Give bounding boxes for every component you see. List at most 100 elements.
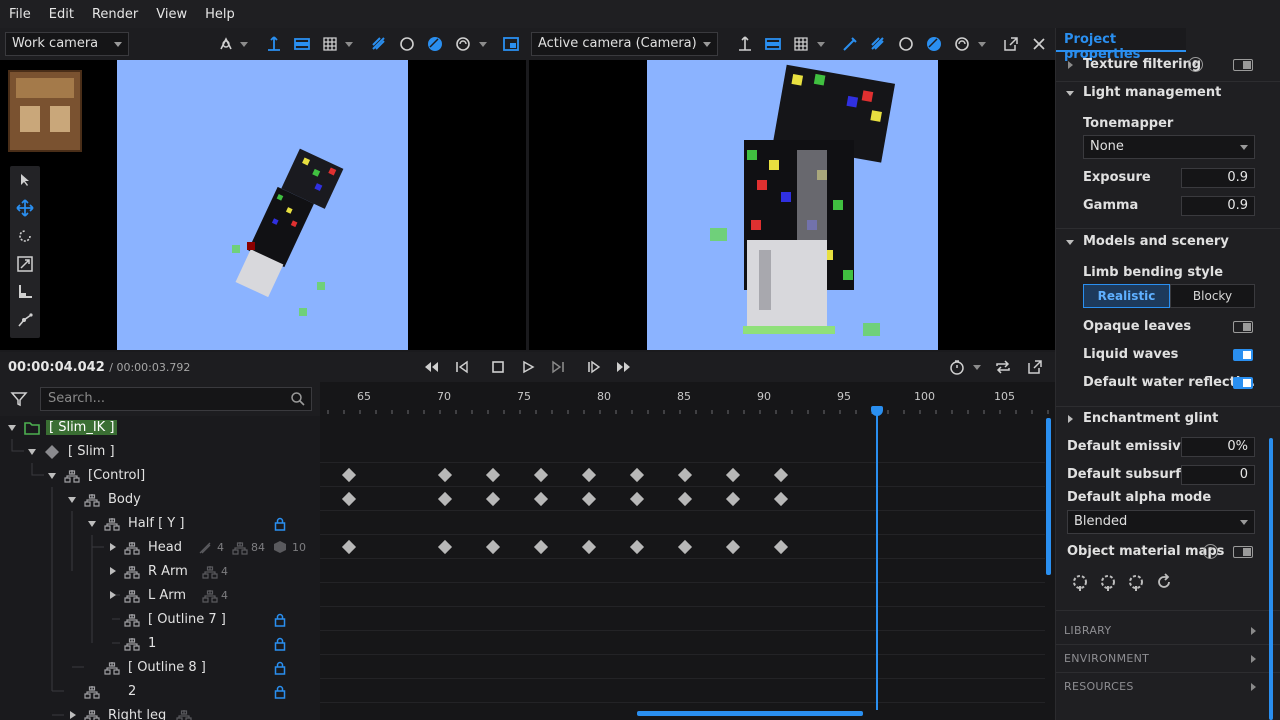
default-water-toggle[interactable]: [1233, 377, 1253, 389]
keyframe[interactable]: [725, 467, 741, 483]
material-map-icon[interactable]: [1098, 572, 1118, 592]
collapse-arrow-icon[interactable]: [1068, 415, 1073, 423]
track-row[interactable]: [320, 487, 1045, 511]
expand-arrow-icon[interactable]: [8, 425, 16, 431]
collapse-arrow-icon[interactable]: [1068, 61, 1073, 69]
collapse-arrow-icon[interactable]: [110, 567, 116, 575]
track-row[interactable]: [320, 511, 1045, 535]
menu-help[interactable]: Help: [196, 7, 244, 22]
limb-realistic-button[interactable]: Realistic: [1083, 284, 1170, 308]
lock-icon[interactable]: [274, 517, 286, 531]
default-alpha-dropdown[interactable]: Blended: [1067, 510, 1255, 534]
opaque-leaves-toggle[interactable]: [1233, 321, 1253, 333]
collapse-arrow-icon[interactable]: [70, 711, 76, 719]
keyframe[interactable]: [485, 491, 501, 507]
select-tool-icon[interactable]: [10, 166, 40, 194]
timeline-ruler[interactable]: 65 70 75 80 85 90 95 100 105: [320, 390, 1055, 414]
grid-icon[interactable]: [319, 33, 341, 55]
tree-row-l-arm[interactable]: L Arm 4: [0, 584, 320, 608]
camera-viewport[interactable]: [529, 60, 1055, 350]
keyframe[interactable]: [725, 491, 741, 507]
tree-row-outline-7[interactable]: [ Outline 7 ]: [0, 608, 320, 632]
render-mode-icon[interactable]: [951, 33, 973, 55]
search-icon[interactable]: [290, 391, 306, 411]
timeline-search-input[interactable]: Search...: [40, 387, 312, 411]
tree-row-outline-8[interactable]: [ Outline 8 ]: [0, 656, 320, 680]
lock-icon[interactable]: [274, 661, 286, 675]
tree-row-1[interactable]: 1: [0, 632, 320, 656]
timeline-vertical-scrollbar[interactable]: [1046, 418, 1051, 575]
shading-icon[interactable]: [424, 33, 446, 55]
tree-row-slim[interactable]: [ Slim ]: [0, 440, 320, 464]
wand-icon[interactable]: [839, 33, 861, 55]
camera-frame-icon[interactable]: [291, 33, 313, 55]
keyframe[interactable]: [437, 539, 453, 555]
liquid-waves-toggle[interactable]: [1233, 349, 1253, 361]
menu-edit[interactable]: Edit: [40, 7, 83, 22]
keyframe[interactable]: [773, 491, 789, 507]
tree-row-head[interactable]: Head 4 84 10: [0, 536, 320, 560]
menu-file[interactable]: File: [0, 7, 40, 22]
viewport-toggle-icon[interactable]: [500, 33, 522, 55]
timer-icon[interactable]: [946, 357, 968, 377]
play-icon[interactable]: [517, 357, 539, 377]
move-tool-icon[interactable]: [10, 194, 40, 222]
track-row[interactable]: [320, 631, 1045, 655]
work-camera-dropdown[interactable]: Work camera: [5, 32, 129, 56]
keyframe[interactable]: [533, 491, 549, 507]
resources-section[interactable]: RESOURCES: [1064, 680, 1134, 693]
render-mode-icon[interactable]: [452, 33, 474, 55]
collapse-arrow-icon[interactable]: [110, 591, 116, 599]
work-viewport[interactable]: [0, 60, 526, 350]
highlight-icon[interactable]: [867, 33, 889, 55]
expand-arrow-icon[interactable]: [1066, 91, 1074, 96]
popout-icon[interactable]: [1024, 357, 1046, 377]
shading-icon[interactable]: [923, 33, 945, 55]
ik-tool-icon[interactable]: [10, 306, 40, 334]
help-icon[interactable]: ?: [1203, 544, 1218, 559]
menu-render[interactable]: Render: [83, 7, 147, 22]
tree-row-control[interactable]: [Control]: [0, 464, 320, 488]
keyframe[interactable]: [341, 467, 357, 483]
track-row[interactable]: [320, 559, 1045, 583]
track-row[interactable]: [320, 655, 1045, 679]
track-row[interactable]: [320, 607, 1045, 631]
keyframe[interactable]: [629, 539, 645, 555]
circle-icon[interactable]: [895, 33, 917, 55]
track-row[interactable]: [320, 463, 1045, 487]
playhead[interactable]: [876, 412, 878, 710]
track-row[interactable]: [320, 679, 1045, 703]
keyframe[interactable]: [437, 491, 453, 507]
tree-row-body[interactable]: Body: [0, 488, 320, 512]
expand-arrow-icon[interactable]: [48, 473, 56, 479]
popout-icon[interactable]: [1000, 33, 1022, 55]
track-row[interactable]: [320, 439, 1045, 463]
keyframe[interactable]: [773, 539, 789, 555]
keyframe[interactable]: [533, 539, 549, 555]
lock-icon[interactable]: [274, 613, 286, 627]
keyframe[interactable]: [773, 467, 789, 483]
library-section[interactable]: LIBRARY: [1064, 624, 1111, 637]
keyframe[interactable]: [677, 491, 693, 507]
help-icon[interactable]: ?: [1188, 57, 1203, 72]
keyframe[interactable]: [485, 467, 501, 483]
tab-project-properties[interactable]: Project properties: [1056, 28, 1186, 62]
close-icon[interactable]: [1028, 33, 1050, 55]
camera-frame-icon[interactable]: [762, 33, 784, 55]
keyframe[interactable]: [629, 491, 645, 507]
collapse-arrow-icon[interactable]: [110, 543, 116, 551]
keyframe[interactable]: [533, 467, 549, 483]
highlight-icon[interactable]: [368, 33, 390, 55]
keyframe[interactable]: [677, 539, 693, 555]
tree-row-2[interactable]: 2: [0, 680, 320, 704]
track-row[interactable]: [320, 583, 1045, 607]
jump-start-icon[interactable]: [421, 357, 443, 377]
rotate-tool-icon[interactable]: [10, 222, 40, 250]
circle-icon[interactable]: [396, 33, 418, 55]
expand-arrow-icon[interactable]: [1066, 240, 1074, 245]
gizmo-transform-icon[interactable]: [263, 33, 285, 55]
timeline-horizontal-scrollbar[interactable]: [637, 711, 863, 716]
texture-filtering-toggle[interactable]: [1233, 59, 1253, 71]
diffuse-map-icon[interactable]: [1070, 572, 1090, 592]
expand-arrow-icon[interactable]: [68, 497, 76, 503]
